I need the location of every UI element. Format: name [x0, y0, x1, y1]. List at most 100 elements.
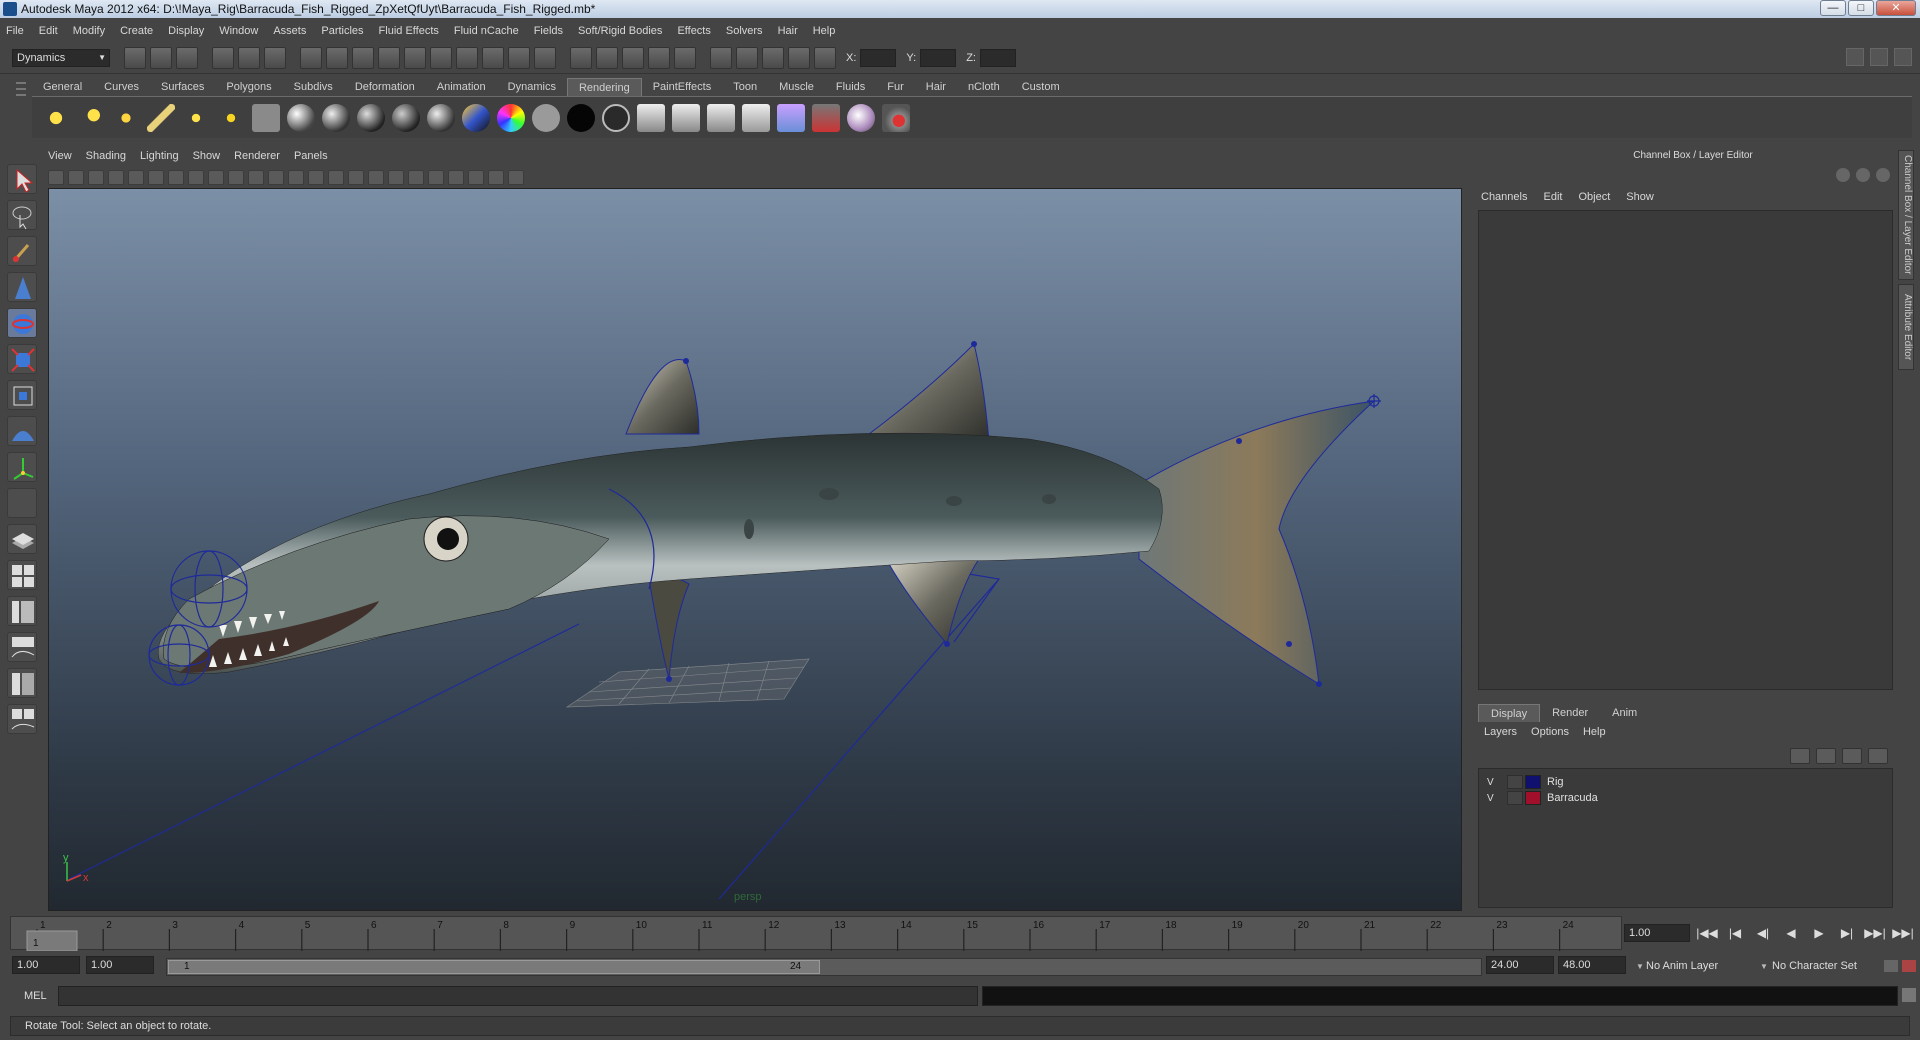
- render-settings-icon[interactable]: [674, 46, 696, 69]
- animation-start-field[interactable]: 1.00: [12, 956, 80, 974]
- select-component-icon[interactable]: [264, 46, 286, 69]
- isolate-select-icon[interactable]: [448, 169, 464, 185]
- viewport-menu-panels[interactable]: Panels: [294, 150, 328, 166]
- shelf-tab-toon[interactable]: Toon: [722, 78, 768, 96]
- current-frame-field[interactable]: 1.00: [1624, 924, 1690, 942]
- grid-toggle-icon[interactable]: [168, 169, 184, 185]
- shelf-tab-subdivs[interactable]: Subdivs: [283, 78, 344, 96]
- image-plane-icon[interactable]: [108, 169, 124, 185]
- camera-select-icon[interactable]: [48, 169, 64, 185]
- phong-e-shader-icon[interactable]: [392, 103, 420, 132]
- close-button[interactable]: ✕: [1876, 0, 1916, 16]
- history-icon[interactable]: [456, 46, 478, 69]
- step-back-frame-button[interactable]: ◀|: [1752, 924, 1774, 942]
- new-layer-from-selection-icon[interactable]: [1868, 748, 1888, 764]
- shelf-tab-polygons[interactable]: Polygons: [215, 78, 282, 96]
- snap-grid-icon[interactable]: [326, 46, 348, 69]
- lock-icon[interactable]: [508, 46, 530, 69]
- menu-modify[interactable]: Modify: [73, 25, 105, 37]
- menu-window[interactable]: Window: [219, 25, 258, 37]
- ipr-icon[interactable]: [707, 103, 735, 132]
- default-lighting-icon[interactable]: [388, 169, 404, 185]
- select-tool-icon[interactable]: [7, 164, 37, 194]
- step-forward-frame-button[interactable]: ▶|: [1836, 924, 1858, 942]
- film-gate-icon[interactable]: [188, 169, 204, 185]
- spot-light-icon[interactable]: [147, 103, 175, 132]
- channel-box-menu-channels[interactable]: Channels: [1481, 191, 1527, 203]
- lasso-tool-icon[interactable]: [7, 200, 37, 230]
- menu-fluid-effects[interactable]: Fluid Effects: [379, 25, 439, 37]
- render-view-icon[interactable]: [596, 46, 618, 69]
- key-icon[interactable]: [1884, 960, 1898, 972]
- safe-title-icon[interactable]: [288, 169, 304, 185]
- shelf-tab-ncloth[interactable]: nCloth: [957, 78, 1011, 96]
- two-d-pan-icon[interactable]: [128, 169, 144, 185]
- show-manipulator-icon[interactable]: [7, 452, 37, 482]
- scale-tool-icon[interactable]: [7, 344, 37, 374]
- select-object-icon[interactable]: [238, 46, 260, 69]
- volume-light-icon[interactable]: [217, 103, 245, 132]
- construction-history-icon[interactable]: [570, 46, 592, 69]
- menu-fluid-ncache[interactable]: Fluid nCache: [454, 25, 519, 37]
- gate-mask-icon[interactable]: [228, 169, 244, 185]
- menu-soft-rigid-bodies[interactable]: Soft/Rigid Bodies: [578, 25, 662, 37]
- channel-box-pin-icon[interactable]: [1876, 168, 1890, 182]
- bookmark-icon[interactable]: [88, 169, 104, 185]
- last-tool-icon[interactable]: [7, 488, 37, 518]
- step-back-key-button[interactable]: |◀: [1724, 924, 1746, 942]
- soft-modification-icon[interactable]: [7, 416, 37, 446]
- use-background-icon[interactable]: [567, 103, 595, 132]
- shelf-tab-rendering[interactable]: Rendering: [566, 78, 642, 96]
- menu-fields[interactable]: Fields: [534, 25, 563, 37]
- xray-joints-icon[interactable]: [488, 169, 504, 185]
- layer-menu-help[interactable]: Help: [1583, 726, 1606, 738]
- select-by-component-icon[interactable]: [534, 46, 556, 69]
- shelf-tab-fur[interactable]: Fur: [876, 78, 915, 96]
- layer-row[interactable]: V Barracuda: [1479, 789, 1892, 807]
- menu-solvers[interactable]: Solvers: [726, 25, 763, 37]
- channel-box-toggle-icon[interactable]: [1894, 48, 1912, 66]
- shelf-tab-general[interactable]: General: [32, 78, 93, 96]
- shelf-tab-hair[interactable]: Hair: [915, 78, 957, 96]
- menu-edit[interactable]: Edit: [39, 25, 58, 37]
- go-to-start-button[interactable]: |◀◀: [1696, 924, 1718, 942]
- step-forward-key-button[interactable]: ▶▶|: [1864, 924, 1886, 942]
- time-slider[interactable]: 1 2 3 4 5 6 7 8 9 10 11 12 13 14 15 16 17 18 19 20 21 22 23 24 1: [10, 916, 1622, 951]
- open-scene-icon[interactable]: [150, 46, 172, 69]
- animation-end-field[interactable]: 48.00: [1558, 956, 1626, 974]
- ambient-light-icon[interactable]: [42, 103, 70, 132]
- shelf-tab-fluids[interactable]: Fluids: [825, 78, 876, 96]
- safe-action-icon[interactable]: [268, 169, 284, 185]
- ipr-render-icon[interactable]: [648, 46, 670, 69]
- shelf-tab-surfaces[interactable]: Surfaces: [150, 78, 215, 96]
- channel-box-menu-object[interactable]: Object: [1578, 191, 1610, 203]
- render-icon[interactable]: [672, 103, 700, 132]
- layer-playback-toggle[interactable]: [1507, 775, 1523, 789]
- output-icon[interactable]: [762, 46, 784, 69]
- resolution-gate-icon[interactable]: [208, 169, 224, 185]
- snap-curve-icon[interactable]: [352, 46, 374, 69]
- field-chart-icon[interactable]: [248, 169, 264, 185]
- help-question-icon[interactable]: [482, 46, 504, 69]
- channel-box-slider-icon[interactable]: [1856, 168, 1870, 182]
- shelf-tab-painteffects[interactable]: PaintEffects: [642, 78, 723, 96]
- wireframe-on-shaded-icon[interactable]: [348, 169, 364, 185]
- layer-menu-layers[interactable]: Layers: [1484, 726, 1517, 738]
- save-scene-icon[interactable]: [176, 46, 198, 69]
- command-input[interactable]: [58, 986, 978, 1006]
- area-light-icon[interactable]: [182, 103, 210, 132]
- playback-start-field[interactable]: 1.00: [86, 956, 154, 974]
- y-field[interactable]: [920, 48, 957, 67]
- select-hierarchy-icon[interactable]: [212, 46, 234, 69]
- viewport-menu-view[interactable]: View: [48, 150, 72, 166]
- universal-manipulator-icon[interactable]: [7, 380, 37, 410]
- absolute-transform-icon[interactable]: [814, 46, 836, 69]
- textured-icon[interactable]: [368, 169, 384, 185]
- viewport-menu-shading[interactable]: Shading: [86, 150, 126, 166]
- character-set-select[interactable]: No Character Set: [1772, 956, 1882, 976]
- playback-end-field[interactable]: 24.00: [1486, 956, 1554, 974]
- layer-color-swatch[interactable]: [1525, 775, 1541, 789]
- snap-plane-icon[interactable]: [404, 46, 426, 69]
- render-current-icon[interactable]: [622, 46, 644, 69]
- shelf-tab-dynamics[interactable]: Dynamics: [497, 78, 567, 96]
